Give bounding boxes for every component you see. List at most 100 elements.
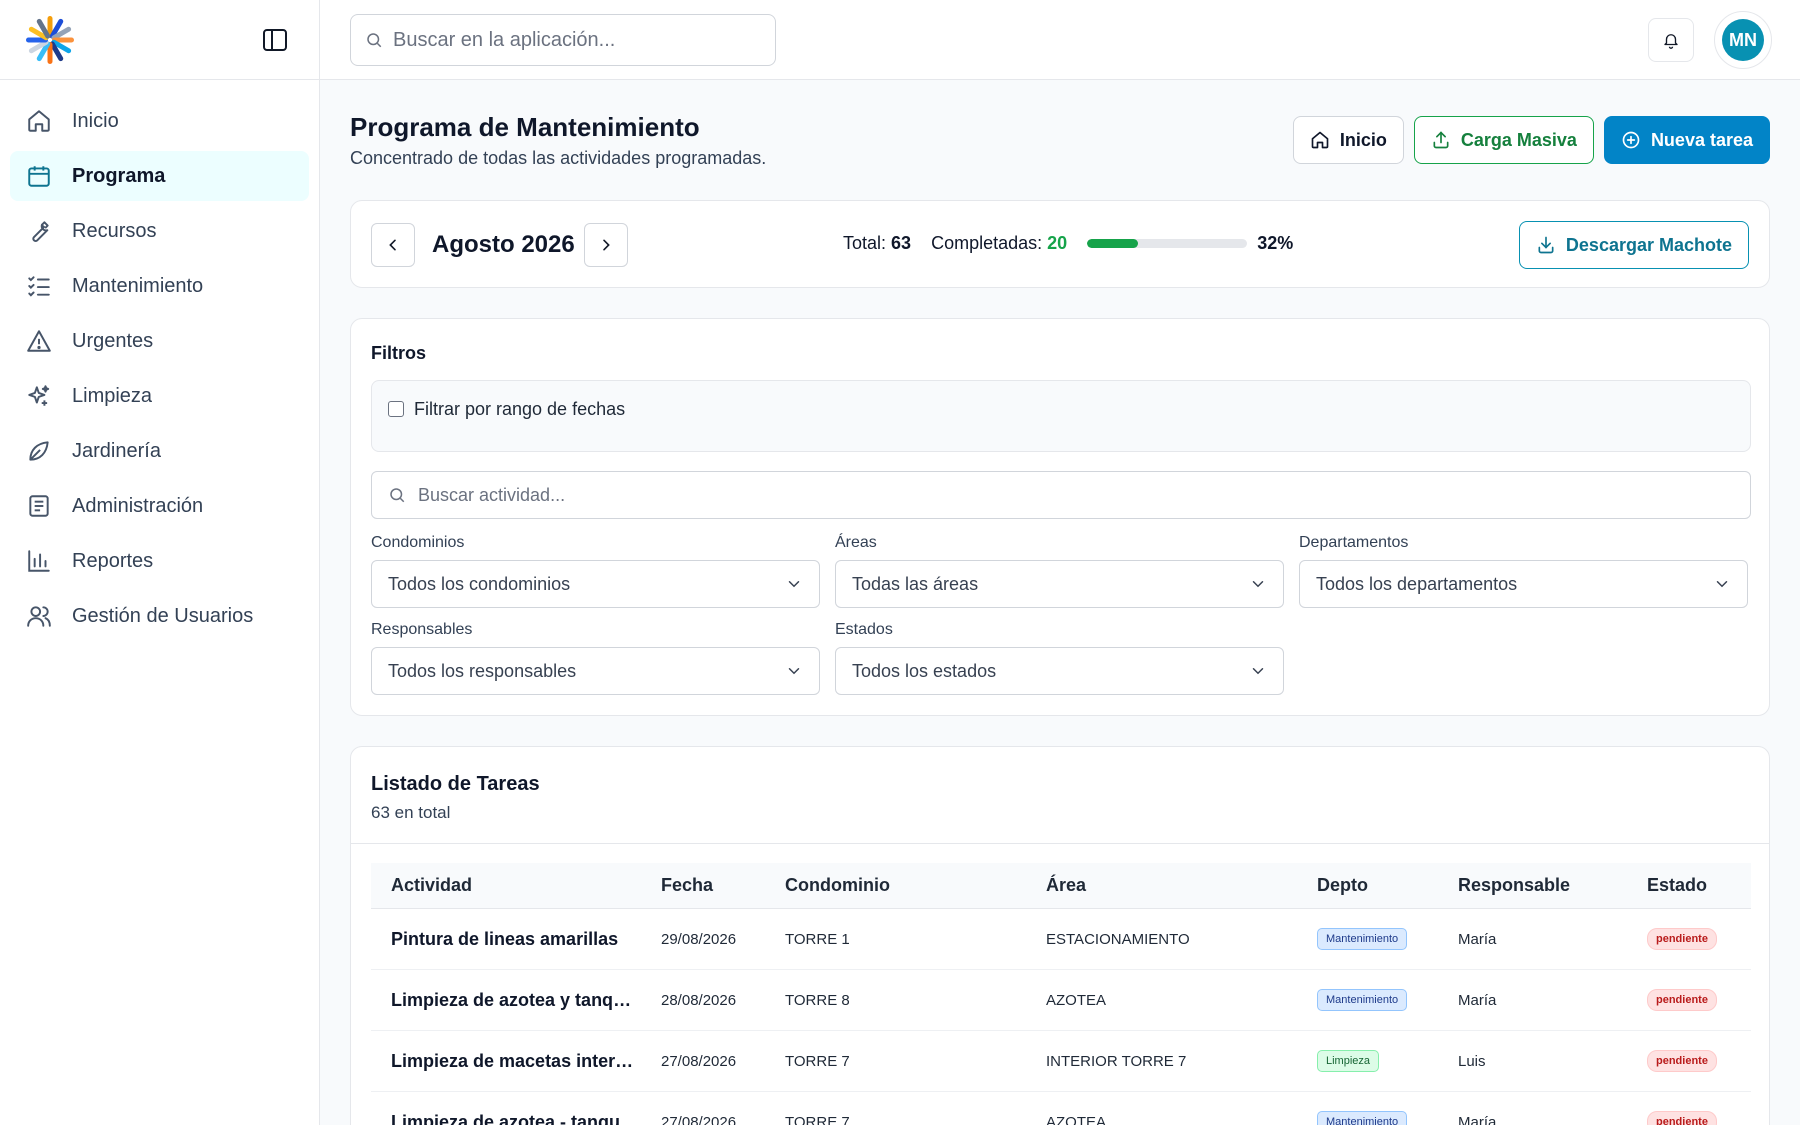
document-icon [26,493,52,519]
sidebar-toggle-icon[interactable] [262,28,288,52]
tasks-table: Actividad Fecha Condominio Área Depto Re… [371,863,1751,1125]
depto-badge: Limpieza [1317,1050,1380,1072]
column-header[interactable]: Actividad [371,875,661,896]
page-title: Programa de Mantenimiento [350,112,700,142]
new-task-label: Nueva tarea [1650,129,1753,150]
table-row[interactable]: Limpieza de azotea y tanque... 28/08/2026… [371,970,1751,1031]
table-row[interactable]: Limpieza de azotea - tanque... 27/08/2026… [371,1092,1751,1125]
list-check-icon [26,273,52,299]
date-range-label[interactable]: Filtrar por rango de fechas [414,399,625,420]
users-icon [26,603,52,629]
filter-responsables: Responsables Todos los responsables [371,621,820,695]
download-template-button[interactable]: Descargar Machote [1518,221,1749,269]
sidebar-item-urgentes[interactable]: Urgentes [10,316,309,366]
sidebar-item-administracion[interactable]: Administración [10,481,309,531]
cell-depto: Limpieza [1317,1050,1458,1072]
bulk-upload-label: Carga Masiva [1460,129,1577,150]
total-label: Total: [843,233,887,253]
search-icon [367,33,382,48]
wrench-icon [26,218,52,244]
sidebar-item-inicio[interactable]: Inicio [10,96,309,146]
condominios-select[interactable]: Todos los condominios [371,560,820,608]
column-header[interactable]: Condominio [785,875,1046,896]
home-icon [26,108,52,134]
table-row[interactable]: Pintura de lineas amarillas 29/08/2026 TOR… [371,909,1751,970]
filter-label: Áreas [835,534,877,551]
user-menu-button[interactable]: MN [1714,11,1772,69]
prev-month-button[interactable] [371,223,415,267]
filters-card: Filtros Filtrar por rango de fechas Cond… [350,318,1770,716]
cell-depto: Mantenimiento [1317,989,1458,1011]
logo-icon[interactable] [24,14,76,66]
bulk-upload-button[interactable]: Carga Masiva [1413,116,1594,164]
tasks-title: Listado de Tareas [371,773,540,795]
sidebar-item-limpieza[interactable]: Limpieza [10,371,309,421]
sidebar-nav: Inicio Programa Recursos Mantenimiento U… [0,80,319,641]
date-range-checkbox[interactable] [388,401,404,417]
departamentos-select[interactable]: Todos los departamentos [1299,560,1748,608]
filter-label: Estados [835,621,893,638]
sidebar-item-label: Reportes [72,549,154,572]
depto-badge: Mantenimiento [1317,1111,1408,1125]
activity-search-input[interactable] [418,484,1718,506]
topbar: MN [320,0,1800,80]
filter-label: Condominios [371,534,465,551]
completed-label: Completadas: [931,233,1043,253]
cell-depto: Mantenimiento [1317,928,1458,950]
global-search-input[interactable] [393,28,753,52]
cell-area: INTERIOR TORRE 7 [1046,1052,1187,1070]
main-content: Programa de Mantenimiento Concentrado de… [350,80,1770,1125]
depto-badge: Mantenimiento [1317,989,1408,1011]
sidebar-header [0,0,319,80]
new-task-button[interactable]: Nueva tarea [1603,116,1770,164]
chevron-down-icon [788,581,800,588]
notifications-button[interactable] [1648,18,1694,62]
sidebar-item-programa[interactable]: Programa [10,151,309,201]
column-header[interactable]: Área [1046,875,1317,896]
avatar: MN [1722,19,1764,61]
table-row[interactable]: Limpieza de macetas internas 27/08/2026 TO… [371,1031,1751,1092]
column-header[interactable]: Responsable [1458,875,1647,896]
bar-chart-icon [26,548,52,574]
home-button[interactable]: Inicio [1292,116,1404,164]
cell-fecha: 29/08/2026 [661,930,737,948]
cell-estado: pendiente [1647,928,1751,950]
chevron-down-icon [1252,668,1264,675]
plus-circle-icon [1622,131,1640,149]
column-header[interactable]: Estado [1647,875,1751,896]
cell-estado: pendiente [1647,989,1751,1011]
cell-condominio: TORRE 7 [785,1113,850,1125]
bell-icon [1664,34,1678,49]
estados-select[interactable]: Todos los estados [835,647,1284,695]
sidebar: Inicio Programa Recursos Mantenimiento U… [0,0,320,1125]
global-search[interactable] [350,14,776,66]
tasks-card: Listado de Tareas 63 en total Actividad … [350,746,1770,1125]
select-value: Todos los condominios [388,573,571,594]
filters-title: Filtros [371,343,427,363]
filter-departamentos: Departamentos Todos los departamentos [1299,534,1748,608]
sidebar-item-reportes[interactable]: Reportes [10,536,309,586]
cell-actividad: Pintura de lineas amarillas [391,928,619,949]
sidebar-item-recursos[interactable]: Recursos [10,206,309,256]
chevron-down-icon [788,668,800,675]
filter-label: Responsables [371,621,473,638]
sidebar-item-jardineria[interactable]: Jardinería [10,426,309,476]
sidebar-item-gestion-usuarios[interactable]: Gestión de Usuarios [10,591,309,641]
cell-condominio: TORRE 7 [785,1052,850,1070]
column-header[interactable]: Fecha [661,875,785,896]
leaf-icon [26,438,52,464]
progress-bar [1087,239,1248,248]
page-header: Programa de Mantenimiento Concentrado de… [350,80,1770,200]
chevron-down-icon [1252,581,1264,588]
next-month-button[interactable] [584,223,628,267]
responsables-select[interactable]: Todos los responsables [371,647,820,695]
column-header[interactable]: Depto [1317,875,1458,896]
select-value: Todos los responsables [388,660,577,681]
cell-condominio: TORRE 1 [785,930,850,948]
sidebar-item-mantenimiento[interactable]: Mantenimiento [10,261,309,311]
activity-search[interactable] [371,471,1751,519]
areas-select[interactable]: Todas las áreas [835,560,1284,608]
cell-area: AZOTEA [1046,991,1107,1009]
select-value: Todos los departamentos [1316,573,1518,594]
status-badge: pendiente [1647,989,1717,1011]
